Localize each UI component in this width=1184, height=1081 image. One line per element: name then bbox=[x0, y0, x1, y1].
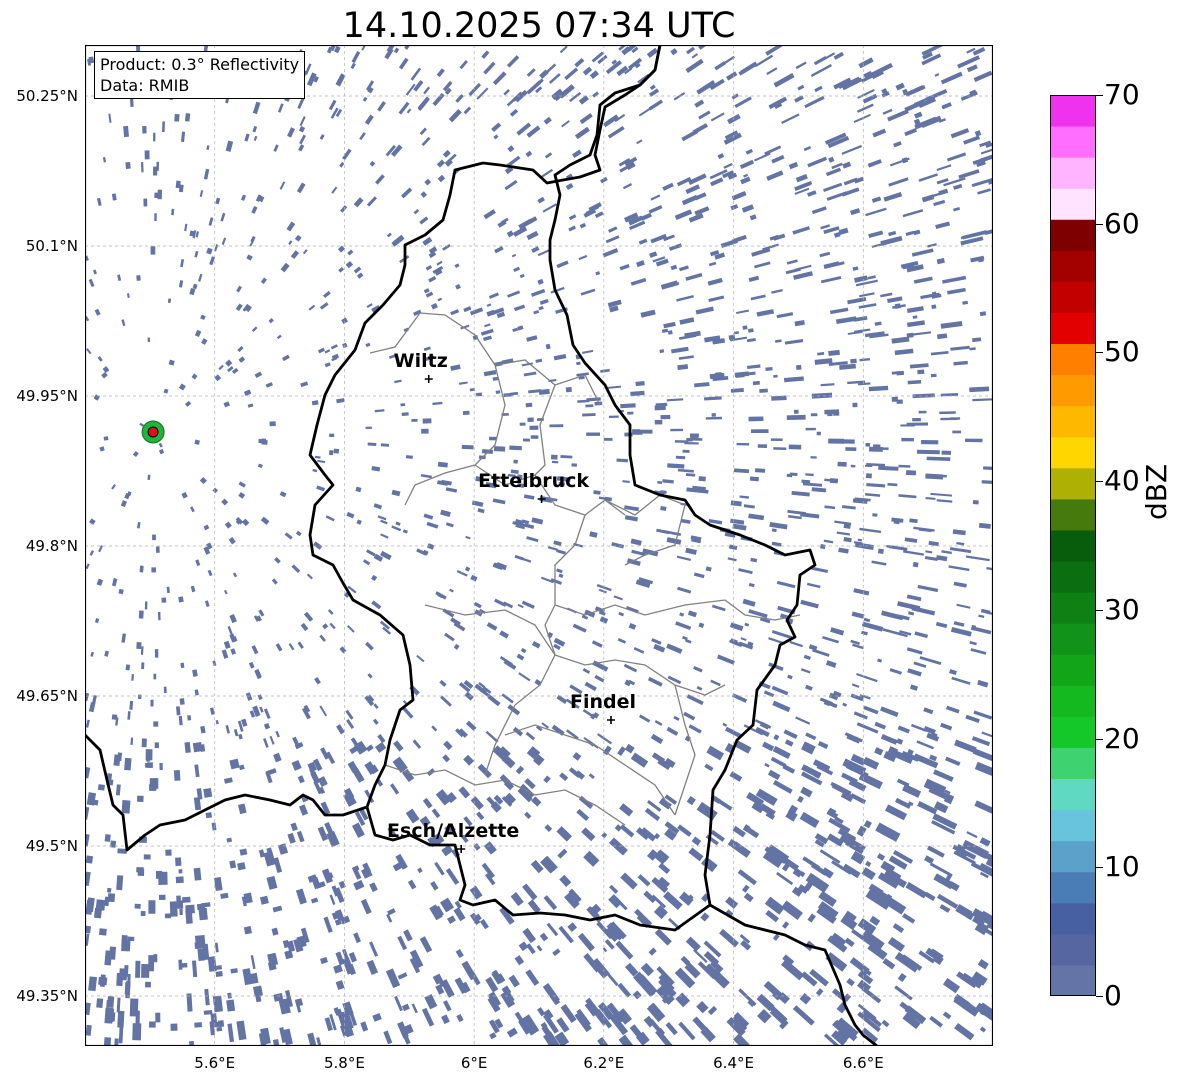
colorbar-segment bbox=[1050, 623, 1096, 655]
colorbar-tick-mark bbox=[1096, 738, 1103, 740]
product-info-box: Product: 0.3° Reflectivity Data: RMIB bbox=[94, 51, 306, 99]
colorbar-segment bbox=[1050, 95, 1096, 127]
colorbar-segment bbox=[1050, 157, 1096, 189]
colorbar-tick-label: 70 bbox=[1104, 78, 1140, 111]
lat-tick-label: 49.35°N bbox=[16, 987, 78, 1005]
colorbar-tick-label: 20 bbox=[1104, 721, 1140, 755]
colorbar-segment bbox=[1050, 933, 1096, 966]
colorbar-tick-mark bbox=[1096, 481, 1103, 483]
lat-tick-label: 50.1°N bbox=[25, 237, 78, 255]
colorbar-segment bbox=[1050, 188, 1096, 220]
colorbar-segment bbox=[1050, 405, 1096, 438]
colorbar-segment bbox=[1050, 747, 1096, 780]
colorbar-tick-mark bbox=[1096, 95, 1103, 96]
colorbar-segment bbox=[1050, 374, 1096, 407]
colorbar-segment bbox=[1050, 592, 1096, 624]
colorbar-segment bbox=[1050, 964, 1096, 996]
colorbar-tick-mark bbox=[1096, 996, 1103, 997]
colorbar-segment bbox=[1050, 654, 1096, 686]
colorbar-tick-label: 40 bbox=[1104, 464, 1140, 498]
map-title: 14.10.2025 07:34 UTC bbox=[342, 6, 736, 46]
colorbar-tick-mark bbox=[1096, 609, 1103, 611]
colorbar-segment bbox=[1050, 561, 1096, 593]
lat-tick-label: 50.25°N bbox=[16, 87, 78, 105]
colorbar-segment bbox=[1050, 685, 1096, 717]
colorbar-segment bbox=[1050, 343, 1096, 376]
colorbar-segment bbox=[1050, 250, 1096, 282]
colorbar-tick-mark bbox=[1096, 352, 1103, 354]
colorbar-segment bbox=[1050, 498, 1096, 531]
colorbar-segment bbox=[1050, 436, 1096, 469]
colorbar-segment bbox=[1050, 312, 1096, 345]
lon-tick-label: 6.4°E bbox=[713, 1054, 754, 1072]
radar-map bbox=[85, 45, 993, 1046]
city-label: Wiltz bbox=[393, 350, 448, 372]
lon-tick-label: 6°E bbox=[460, 1054, 488, 1072]
colorbar-tick-label: 50 bbox=[1104, 335, 1140, 369]
colorbar-tick-label: 60 bbox=[1104, 206, 1140, 240]
lat-tick-label: 49.8°N bbox=[25, 537, 78, 555]
colorbar-segment bbox=[1050, 467, 1096, 500]
radar-site-marker bbox=[141, 420, 165, 444]
radar-map-canvas bbox=[85, 45, 993, 1046]
lon-tick-label: 6.6°E bbox=[842, 1054, 884, 1072]
colorbar-segment bbox=[1050, 126, 1096, 158]
colorbar-segment bbox=[1050, 529, 1096, 562]
city-label: Ettelbruck bbox=[478, 470, 590, 492]
colorbar-segment bbox=[1050, 902, 1096, 935]
lat-tick-label: 49.95°N bbox=[16, 387, 78, 405]
data-source-label: Data: RMIB bbox=[100, 76, 190, 95]
product-label: Product: 0.3° Reflectivity bbox=[100, 55, 300, 74]
lon-tick-label: 5.8°E bbox=[324, 1054, 365, 1072]
lat-tick-label: 49.65°N bbox=[16, 687, 78, 705]
colorbar-tick-mark bbox=[1096, 867, 1103, 869]
city-label: Findel bbox=[569, 691, 636, 713]
colorbar-tick-label: 30 bbox=[1104, 592, 1140, 626]
lat-tick-label: 49.5°N bbox=[25, 837, 78, 855]
colorbar-tick-label: 10 bbox=[1104, 850, 1140, 884]
colorbar-segment bbox=[1050, 281, 1096, 313]
colorbar-label: dBZ bbox=[1140, 463, 1173, 520]
colorbar bbox=[1050, 95, 1096, 996]
city-label: Esch/Alzette bbox=[387, 820, 520, 842]
colorbar-segment bbox=[1050, 219, 1096, 251]
lon-tick-label: 6.2°E bbox=[583, 1054, 625, 1072]
lon-tick-label: 5.6°E bbox=[194, 1054, 236, 1072]
colorbar-segment bbox=[1050, 778, 1096, 811]
colorbar-segment bbox=[1050, 840, 1096, 873]
colorbar-tick-mark bbox=[1096, 223, 1103, 225]
colorbar-segment bbox=[1050, 716, 1096, 748]
colorbar-tick-label: 0 bbox=[1104, 979, 1122, 1012]
colorbar-segment bbox=[1050, 809, 1096, 842]
colorbar-segment bbox=[1050, 871, 1096, 904]
